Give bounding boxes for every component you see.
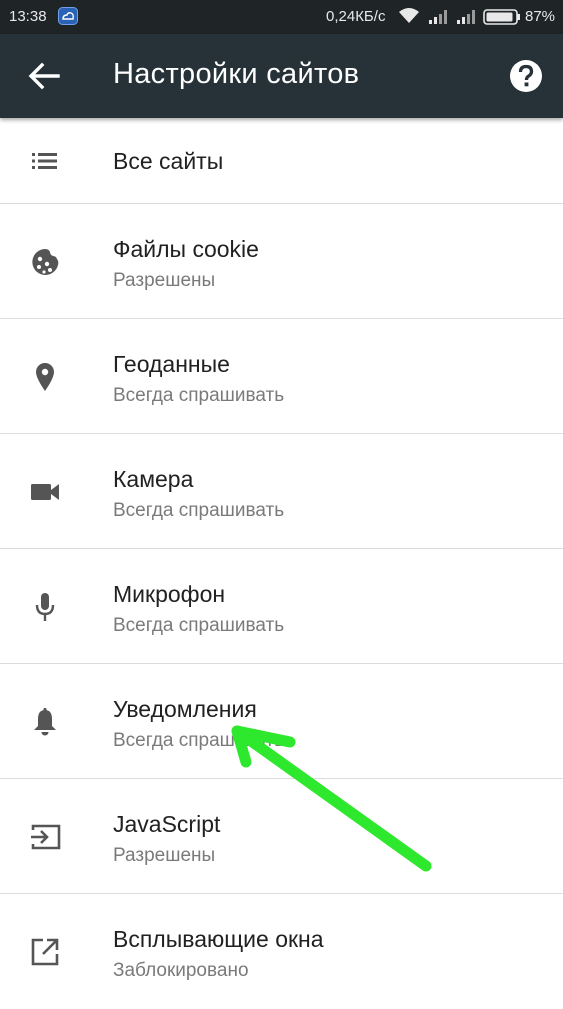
bell-icon <box>28 705 62 739</box>
status-bar: 13:38 0,24КБ/с 87% <box>0 0 563 34</box>
list-item-camera[interactable]: Камера Всегда спрашивать <box>0 434 563 549</box>
microphone-icon <box>28 590 62 624</box>
camera-icon <box>28 475 62 509</box>
wifi-icon <box>398 7 420 29</box>
item-subtitle: Всегда спрашивать <box>113 500 285 521</box>
item-title: Микрофон <box>113 581 226 607</box>
list-item-javascript[interactable]: JavaScript Разрешены <box>0 779 563 894</box>
item-title: Уведомления <box>113 696 257 722</box>
help-icon <box>510 60 542 92</box>
item-subtitle: Заблокировано <box>113 960 249 981</box>
app-bar: Настройки сайтов <box>0 34 563 118</box>
help-button[interactable] <box>506 56 546 96</box>
item-title: JavaScript <box>113 811 221 837</box>
list-item-location[interactable]: Геоданные Всегда спрашивать <box>0 319 563 434</box>
signal-icon <box>456 9 476 29</box>
battery-percent: 87% <box>525 8 556 25</box>
cookie-icon <box>28 245 62 279</box>
item-title: Геоданные <box>113 351 230 377</box>
item-subtitle: Всегда спрашивать <box>113 730 285 751</box>
settings-list: Все сайты Файлы cookie Разрешены Геоданн… <box>0 118 563 1009</box>
item-title: Всплывающие окна <box>113 926 324 952</box>
status-time: 13:38 <box>9 8 47 25</box>
list-item-all-sites[interactable]: Все сайты <box>0 118 563 204</box>
battery-icon <box>483 9 521 29</box>
list-item-microphone[interactable]: Микрофон Всегда спрашивать <box>0 549 563 664</box>
location-pin-icon <box>28 360 62 394</box>
item-subtitle: Разрешены <box>113 270 216 291</box>
cloud-icon <box>58 7 78 25</box>
list-icon <box>28 144 62 178</box>
item-subtitle: Всегда спрашивать <box>113 615 285 636</box>
javascript-icon <box>28 820 62 854</box>
open-in-new-icon <box>28 935 62 969</box>
item-subtitle: Всегда спрашивать <box>113 385 285 406</box>
back-button[interactable] <box>22 56 66 96</box>
list-item-popups[interactable]: Всплывающие окна Заблокировано <box>0 894 563 1009</box>
list-item-cookies[interactable]: Файлы cookie Разрешены <box>0 204 563 319</box>
page-title: Настройки сайтов <box>113 58 360 90</box>
network-speed: 0,24КБ/с <box>326 8 386 25</box>
arrow-back-icon <box>28 62 60 90</box>
item-title: Все сайты <box>113 148 224 174</box>
item-title: Файлы cookie <box>113 236 259 262</box>
signal-icon <box>428 9 448 29</box>
item-subtitle: Разрешены <box>113 845 216 866</box>
list-item-notifications[interactable]: Уведомления Всегда спрашивать <box>0 664 563 779</box>
item-title: Камера <box>113 466 194 492</box>
